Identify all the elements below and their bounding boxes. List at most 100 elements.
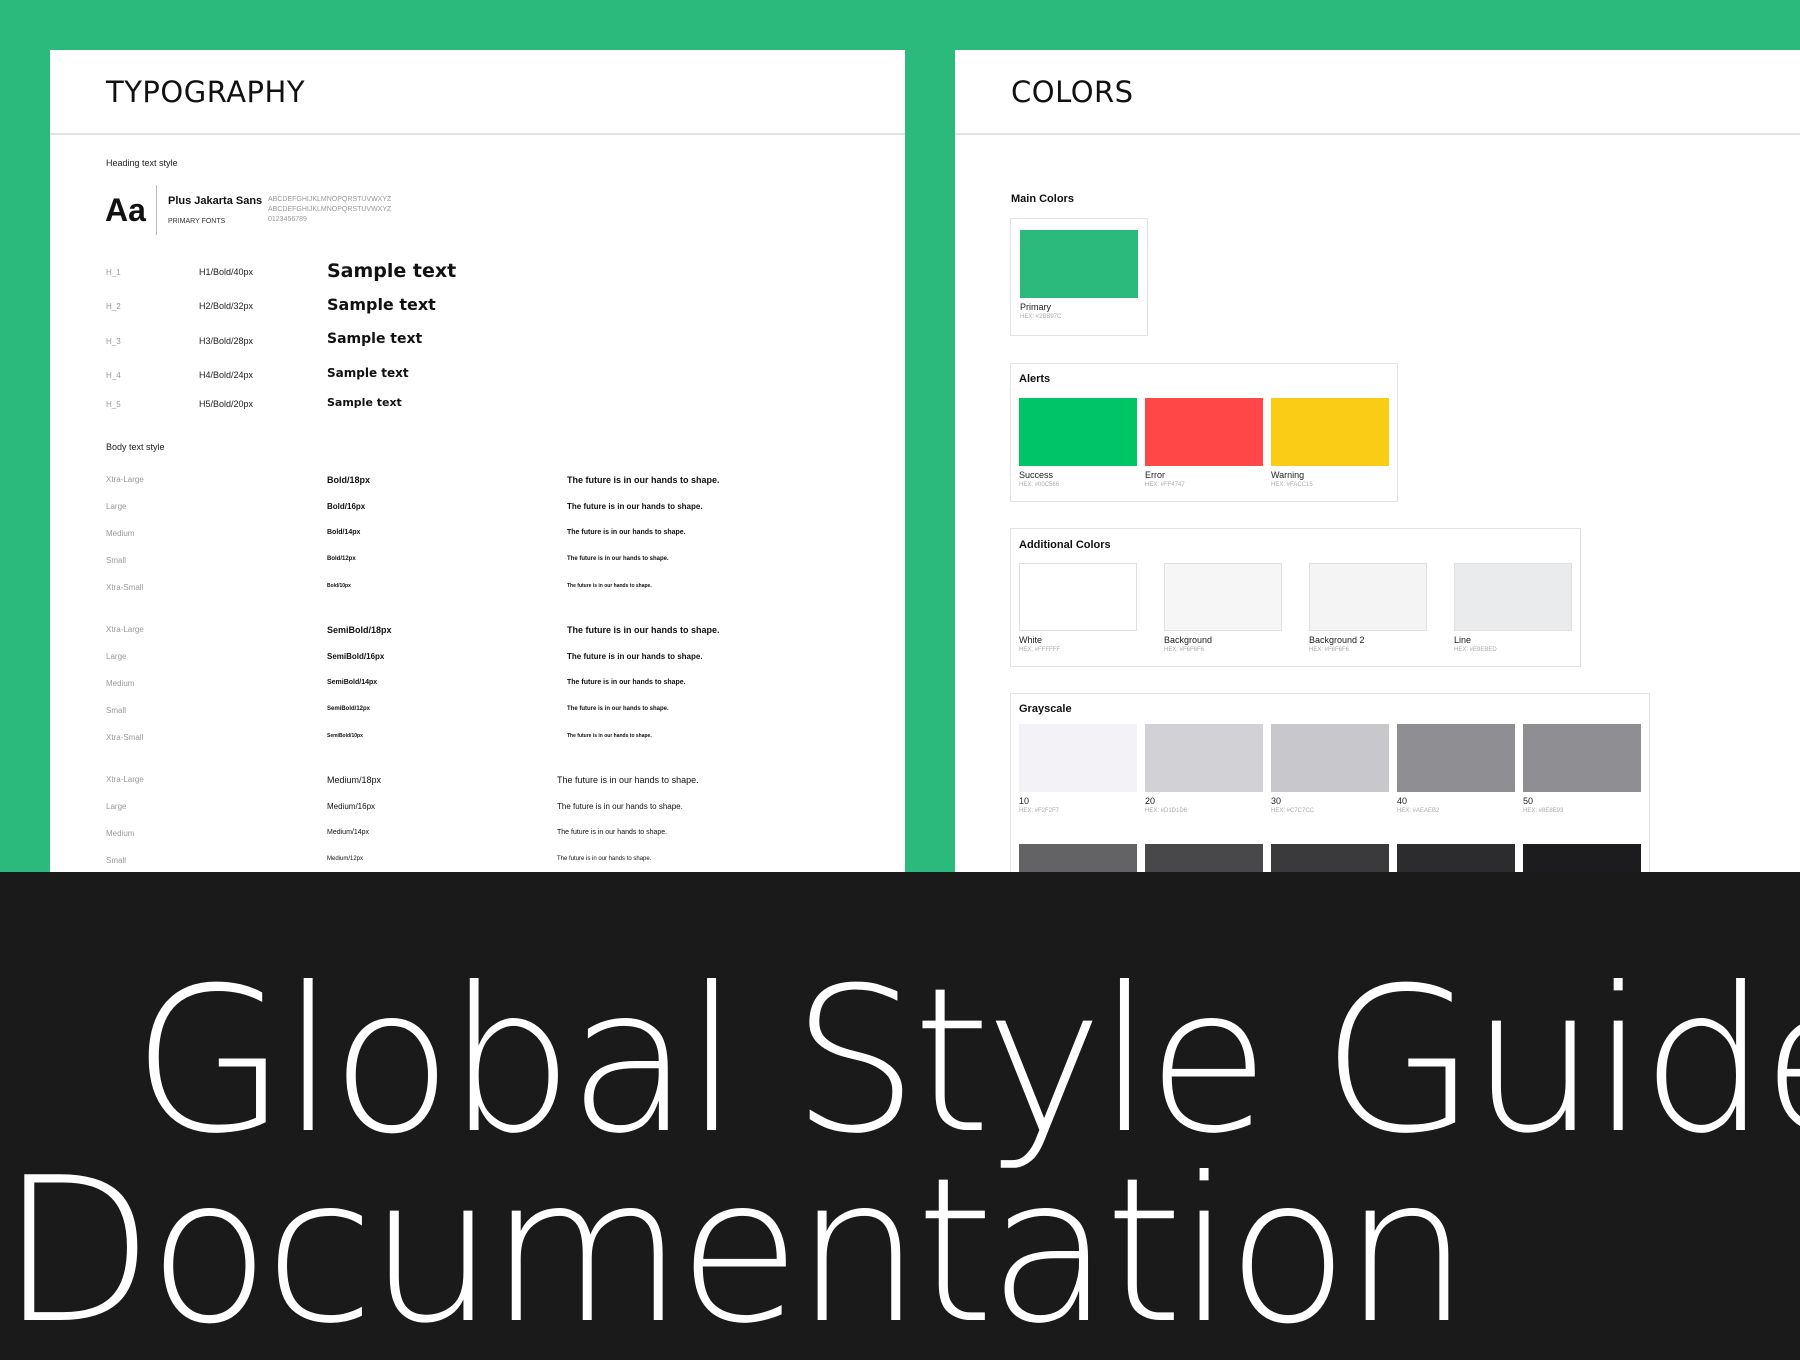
digits: 0123456789 [268, 216, 307, 223]
heading-section-label: Heading text style [106, 158, 178, 168]
headline-line-1: Global Style Guide [132, 945, 1800, 1178]
color-swatch [1145, 398, 1263, 466]
swatch-name: 30 [1271, 796, 1282, 806]
main-colors-label: Main Colors [1011, 193, 1074, 205]
swatch-name: 40 [1397, 796, 1408, 806]
font-sample: Aa [105, 192, 146, 228]
colors-title: COLORS [1011, 74, 1134, 109]
body-key: Xtra-Large [106, 775, 144, 784]
color-swatch [1145, 724, 1263, 792]
color-swatch [1271, 398, 1389, 466]
swatch-name: 20 [1145, 796, 1156, 806]
swatch-name: Error [1145, 470, 1165, 480]
alerts-label: Alerts [1019, 373, 1051, 385]
swatch-hex: HEX: #FF4747 [1145, 482, 1185, 488]
color-swatch [1019, 563, 1137, 631]
body-key: Medium [106, 829, 135, 838]
typography-header: TYPOGRAPHY [50, 50, 905, 135]
swatch-hex: HEX: #FFFFFF [1019, 647, 1060, 653]
swatch-hex: HEX: #AEAEB2 [1397, 808, 1440, 814]
heading-key: H_1 [106, 268, 121, 277]
color-swatch [1164, 563, 1282, 631]
body-spec: SemiBold/16px [327, 652, 385, 661]
body-key: Small [106, 556, 127, 565]
body-sample: The future is in our hands to shape. [567, 529, 686, 536]
swatch-name: 50 [1523, 796, 1534, 806]
body-spec: SemiBold/10px [327, 733, 363, 739]
body-key: Medium [106, 679, 135, 688]
color-swatch [1020, 230, 1138, 298]
body-sample: The future is in our hands to shape. [567, 556, 669, 562]
heading-spec: H4/Bold/24px [199, 370, 254, 380]
color-swatch [1454, 563, 1572, 631]
heading-spec: H5/Bold/20px [199, 399, 254, 409]
body-spec: Bold/10px [327, 583, 351, 589]
swatch-hex: HEX: #C7C7CC [1271, 808, 1315, 814]
body-key: Large [106, 502, 127, 511]
heading-sample: Sample text [327, 331, 423, 347]
body-spec: Bold/16px [327, 502, 366, 511]
swatch-name: Success [1019, 470, 1054, 480]
color-swatch [1397, 724, 1515, 792]
heading-key: H_4 [106, 371, 121, 380]
body-key: Medium [106, 529, 135, 538]
body-sample: The future is in our hands to shape. [557, 802, 683, 811]
body-sample: The future is in our hands to shape. [567, 625, 720, 635]
color-swatch [1019, 398, 1137, 466]
body-key: Xtra-Large [106, 475, 144, 484]
body-spec: SemiBold/14px [327, 679, 378, 686]
swatch-hex: HEX: #F2F2F7 [1019, 808, 1060, 814]
swatch-name: Background [1164, 635, 1213, 645]
swatch-hex: HEX: #2BB97C [1020, 314, 1062, 320]
body-sample: The future is in our hands to shape. [567, 652, 703, 661]
swatch-name: Warning [1271, 470, 1305, 480]
additional-colors-label: Additional Colors [1019, 539, 1111, 551]
body-key: Xtra-Small [106, 583, 144, 592]
swatch-name: White [1019, 635, 1043, 645]
body-spec: Bold/14px [327, 529, 361, 536]
colors-header: COLORS [955, 50, 1800, 135]
colors-panel: COLORS Main Colors Primary HEX: #2BB97C A… [955, 50, 1800, 880]
heading-sample: Sample text [327, 259, 457, 282]
color-swatch [1019, 724, 1137, 792]
body-key: Xtra-Small [106, 733, 144, 742]
heading-sample: Sample text [327, 395, 402, 409]
body-key: Xtra-Large [106, 625, 144, 634]
body-spec: SemiBold/18px [327, 625, 392, 635]
body-spec: Medium/12px [327, 856, 364, 862]
swatch-name: Background 2 [1309, 635, 1365, 645]
alphabet-upper: ABCDEFGHIJKLMNOPQRSTUVWXYZ [268, 196, 392, 203]
body-sample: The future is in our hands to shape. [557, 856, 652, 862]
body-key: Large [106, 802, 127, 811]
body-sample: The future is in our hands to shape. [567, 706, 669, 712]
swatch-hex: HEX: #D1D1D6 [1145, 808, 1188, 814]
swatch-hex: HEX: #F6F6F6 [1164, 647, 1205, 653]
body-key: Small [106, 856, 127, 865]
body-spec: Medium/16px [327, 802, 376, 811]
body-sample: The future is in our hands to shape. [557, 829, 668, 836]
grayscale-label: Grayscale [1019, 703, 1072, 715]
swatch-hex: HEX: #FACC15 [1271, 482, 1313, 488]
typography-title: TYPOGRAPHY [106, 74, 306, 109]
body-spec: Medium/18px [327, 775, 382, 785]
heading-sample: Sample text [327, 366, 409, 380]
heading-sample: Sample text [327, 295, 436, 314]
heading-spec: H3/Bold/28px [199, 336, 254, 346]
swatch-name: Line [1454, 635, 1472, 645]
body-sample: The future is in our hands to shape. [567, 475, 720, 485]
body-spec: SemiBold/12px [327, 706, 371, 712]
color-swatch [1309, 563, 1427, 631]
headline-line-2: Documentation [0, 1135, 1470, 1360]
body-spec: Bold/18px [327, 475, 371, 485]
swatch-hex: HEX: #8E8E93 [1523, 808, 1564, 814]
font-name: Plus Jakarta Sans [168, 195, 263, 207]
alphabet-lower: ABCDEFGHIJKLMNOPQRSTUVWXYZ [268, 206, 392, 213]
swatch-name: 10 [1019, 796, 1030, 806]
typography-panel: TYPOGRAPHY Heading text style Aa Plus Ja… [50, 50, 905, 880]
swatch-name: Primary [1020, 302, 1051, 312]
body-section-label: Body text style [106, 442, 165, 452]
banner: Global Style Guide Documentation [0, 872, 1800, 1360]
font-divider [156, 185, 157, 235]
font-role: PRIMARY FONTS [168, 218, 226, 225]
body-sample: The future is in our hands to shape. [567, 502, 703, 511]
